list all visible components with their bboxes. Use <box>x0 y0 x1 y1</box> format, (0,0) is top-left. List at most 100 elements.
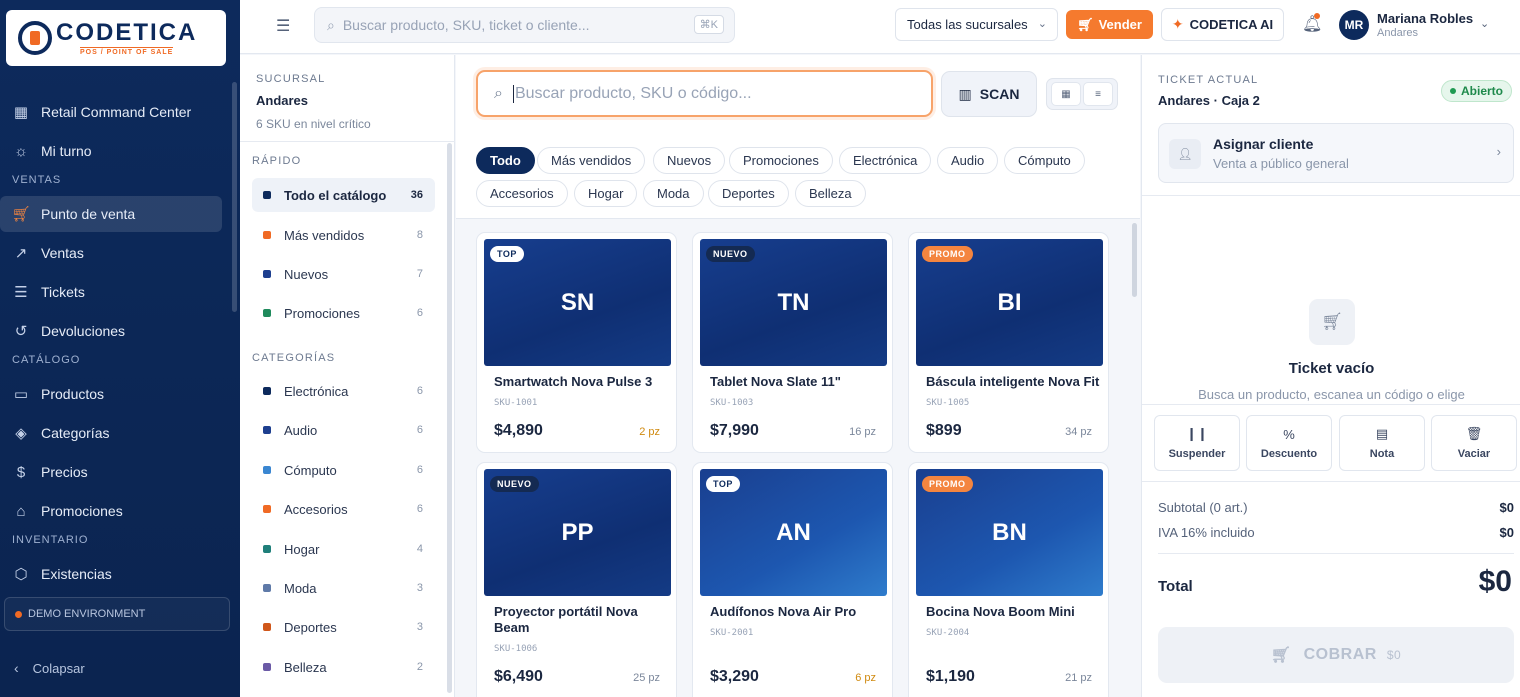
filter-todo-el-catalogo[interactable]: Todo el catálogo 36 <box>252 178 435 212</box>
charge-button[interactable]: 🛒︎ COBRAR $0 <box>1158 627 1514 683</box>
chip-nuevos[interactable]: Nuevos <box>653 147 726 174</box>
product-card[interactable]: PROMO BN Bocina Nova Boom Mini SKU-2004 … <box>908 462 1109 697</box>
sparkle-icon: ✦ <box>1171 16 1184 32</box>
chip-belleza[interactable]: Belleza <box>795 180 866 207</box>
sidebar-item-productos[interactable]: ▭ Productos <box>0 376 222 412</box>
clear-button[interactable]: 🗑︎ Vaciar <box>1431 415 1517 471</box>
empty-ticket-hint: Busca un producto, escanea un código o e… <box>1198 387 1465 402</box>
scan-button[interactable]: ▥ SCAN <box>941 71 1037 117</box>
chip-moda[interactable]: Moda <box>643 180 704 207</box>
add-user-icon: 👤︎ <box>1169 139 1201 169</box>
sidebar-scrollbar[interactable] <box>232 82 237 312</box>
sidebar-item-mi-turno[interactable]: ☼ Mi turno <box>0 133 222 169</box>
sidebar-item-existencias[interactable]: ⬡ Existencias <box>0 556 222 592</box>
filter-belleza[interactable]: Belleza 2 <box>252 650 435 684</box>
catalog-scrollbar[interactable] <box>1132 223 1137 297</box>
chip-electronica[interactable]: Electrónica <box>839 147 932 174</box>
chip-todo[interactable]: Todo <box>476 147 535 174</box>
chip-hogar[interactable]: Hogar <box>574 180 638 207</box>
filter-moda[interactable]: Moda 3 <box>252 571 435 605</box>
menu-icon[interactable]: ☰ <box>276 16 290 36</box>
suspend-button[interactable]: ❙❙ Suspender <box>1154 415 1240 471</box>
view-toggle: ▦ ≡ <box>1046 78 1118 110</box>
percent-icon: % <box>1283 426 1295 442</box>
iva-row: IVA 16% incluido $0 <box>1158 525 1514 540</box>
status-dot-icon <box>1450 88 1456 94</box>
filter-deportes[interactable]: Deportes 3 <box>252 610 435 644</box>
branch-name: Andares <box>256 93 309 108</box>
sidebar-item-label: Productos <box>41 386 105 402</box>
tag-icon: ⌂ <box>16 502 26 520</box>
global-search-input[interactable]: ⌕ Buscar producto, SKU, ticket o cliente… <box>314 7 735 43</box>
filter-mas-vendidos[interactable]: Más vendidos 8 <box>252 218 435 252</box>
product-stock: 34 pz <box>1065 426 1092 438</box>
sidebar-item-ventas[interactable]: ↗ Ventas <box>0 235 222 271</box>
filter-audio[interactable]: Audio 6 <box>252 413 435 447</box>
chip-promociones[interactable]: Promociones <box>729 147 833 174</box>
sidebar-item-promociones[interactable]: ⌂ Promociones <box>0 493 222 529</box>
chip-accesorios[interactable]: Accesorios <box>476 180 568 207</box>
product-name: Audífonos Nova Air Pro <box>710 604 857 619</box>
avatar[interactable]: MR <box>1339 10 1369 40</box>
sidebar-item-label: Precios <box>41 464 88 480</box>
color-dot <box>263 231 271 239</box>
grid-view-icon[interactable]: ▦ <box>1051 82 1081 106</box>
cart-icon: 🛒︎ <box>1270 647 1292 664</box>
color-dot <box>263 270 271 278</box>
notification-dot <box>1314 13 1320 19</box>
product-card[interactable]: NUEVO PP Proyector portátil Nova Beam SK… <box>476 462 677 697</box>
collapse-sidebar-button[interactable]: ‹ Colapsar <box>14 660 85 676</box>
note-button[interactable]: ▤ Nota <box>1339 415 1425 471</box>
filter-accesorios[interactable]: Accesorios 6 <box>252 492 435 526</box>
sidebar-item-categorias[interactable]: ◈ Categorías <box>0 415 222 451</box>
product-card[interactable]: PROMO BI Báscula inteligente Nova Fit SK… <box>908 232 1109 453</box>
sidebar-item-retail-command-center[interactable]: ▦ Retail Command Center <box>0 94 222 130</box>
ticket-actions: ❙❙ Suspender % Descuento ▤ Nota 🗑︎ Vacia… <box>1142 404 1520 482</box>
product-card[interactable]: TOP SN Smartwatch Nova Pulse 3 SKU-1001 … <box>476 232 677 453</box>
product-card[interactable]: NUEVO TN Tablet Nova Slate 11" SKU-1003 … <box>692 232 893 453</box>
sidebar-item-label: Categorías <box>41 425 110 441</box>
branch-select[interactable]: Todas las sucursales ⌄ <box>895 8 1058 41</box>
user-branch: Andares <box>1377 27 1418 39</box>
total-label: Total <box>1158 578 1193 595</box>
filters-scrollbar[interactable] <box>447 143 452 693</box>
codetica-ai-button[interactable]: ✦ CODETICA AI <box>1161 8 1284 41</box>
top-bar: ☰ ⌕ Buscar producto, SKU, ticket o clien… <box>240 0 1520 54</box>
product-price: $1,190 <box>926 668 975 685</box>
status-dot-icon <box>15 610 22 618</box>
shortcut-badge: ⌘K <box>693 15 724 34</box>
filter-nuevos[interactable]: Nuevos 7 <box>252 257 435 291</box>
cart-icon: 🛒︎ <box>1077 16 1094 32</box>
color-dot <box>263 505 271 513</box>
discount-button[interactable]: % Descuento <box>1246 415 1332 471</box>
dollar-icon: $ <box>16 463 26 481</box>
chip-deportes[interactable]: Deportes <box>708 180 789 207</box>
chevron-down-icon[interactable]: ⌄ <box>1480 17 1489 30</box>
brand-logo[interactable]: CODETICA POS / POINT OF SALE <box>6 10 226 66</box>
sell-button[interactable]: 🛒︎ Vender <box>1066 10 1153 39</box>
filter-computo[interactable]: Cómputo 6 <box>252 453 435 487</box>
filter-electronica[interactable]: Electrónica 6 <box>252 374 435 408</box>
badge-nuevo: NUEVO <box>706 246 755 262</box>
product-sku: SKU-2001 <box>710 628 754 638</box>
filter-promociones[interactable]: Promociones 6 <box>252 296 435 330</box>
catalog-area: ⌕ Buscar producto, SKU o código... ▥ SCA… <box>456 55 1140 697</box>
sidebar-item-tickets[interactable]: ☰ Tickets <box>0 274 222 310</box>
chip-audio[interactable]: Audio <box>937 147 999 174</box>
product-name: Tablet Nova Slate 11" <box>710 374 841 389</box>
chip-computo[interactable]: Cómputo <box>1004 147 1085 174</box>
total-value: $0 <box>1478 565 1512 598</box>
list-view-icon[interactable]: ≡ <box>1083 82 1113 106</box>
chip-mas-vendidos[interactable]: Más vendidos <box>537 147 646 174</box>
sidebar-item-punto-de-venta[interactable]: 🛒︎ Punto de venta <box>0 196 222 232</box>
assign-customer-button[interactable]: 👤︎ Asignar cliente Venta a público gener… <box>1158 123 1514 183</box>
product-card[interactable]: TOP AN Audífonos Nova Air Pro SKU-2001 $… <box>692 462 893 697</box>
product-search-input[interactable]: ⌕ Buscar producto, SKU o código... <box>476 70 933 117</box>
user-name[interactable]: Mariana Robles <box>1377 11 1473 26</box>
sidebar-item-devoluciones[interactable]: ↺ Devoluciones <box>0 313 222 349</box>
ticket-panel: TICKET ACTUAL Andares · Caja 2 Abierto 👤… <box>1141 55 1520 697</box>
filters-panel: SUCURSAL Andares 6 SKU en nivel crítico … <box>240 55 455 697</box>
badge-top: TOP <box>706 476 740 492</box>
sidebar-item-precios[interactable]: $ Precios <box>0 454 222 490</box>
filter-hogar[interactable]: Hogar 4 <box>252 532 435 566</box>
